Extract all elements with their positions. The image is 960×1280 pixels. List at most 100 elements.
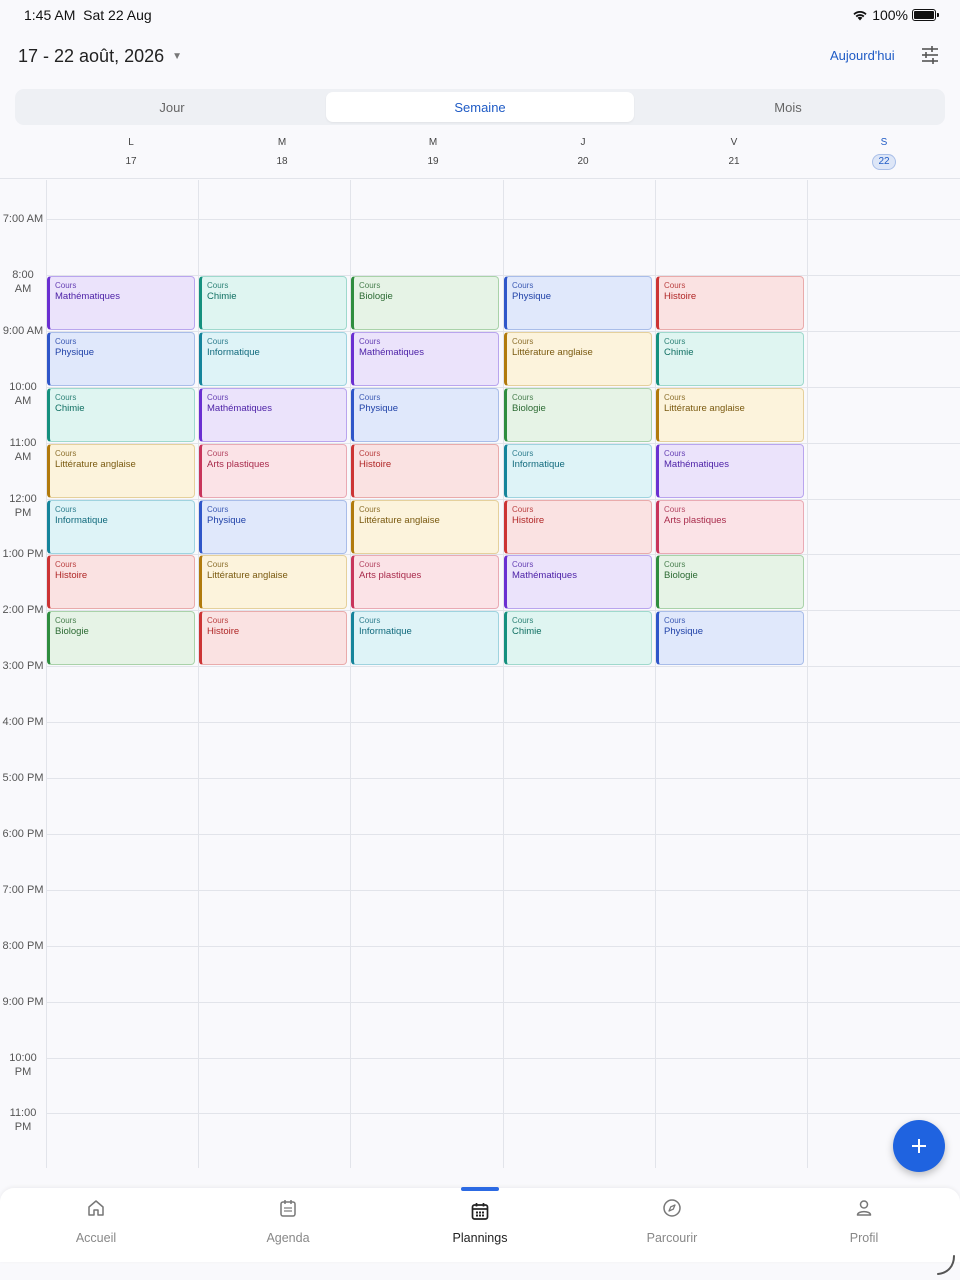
time-label-part: 10:00 <box>9 1052 37 1064</box>
event-card[interactable]: Cours Arts plastiques <box>199 444 347 498</box>
event-card[interactable]: Cours Physique <box>47 332 195 386</box>
time-label: 7:00 PM <box>0 883 46 897</box>
event-card[interactable]: Cours Mathématiques <box>656 444 804 498</box>
event-title: Arts plastiques <box>207 459 270 470</box>
time-label-part: 3:00 PM <box>2 660 44 672</box>
event-card[interactable]: Cours Chimie <box>199 276 347 330</box>
event-card[interactable]: Cours Arts plastiques <box>656 500 804 554</box>
event-card[interactable]: Cours Littérature anglaise <box>47 444 195 498</box>
event-card[interactable]: Cours Physique <box>504 276 652 330</box>
day-number: 20 <box>577 156 589 167</box>
event-card[interactable]: Cours Histoire <box>199 611 347 665</box>
event-title: Mathématiques <box>207 403 272 414</box>
event-card[interactable]: Cours Littérature anglaise <box>504 332 652 386</box>
time-label-part: 8:00 <box>12 269 34 281</box>
week-grid[interactable]: 7:00 AM 8:00 AM 9:00 AM 10:00 AM 11:00 AM 12:00 P… <box>0 180 960 1168</box>
agenda-icon <box>280 1200 296 1217</box>
event-type: Cours <box>664 505 686 514</box>
event-card[interactable]: Cours Physique <box>656 611 804 665</box>
event-card[interactable]: Cours Informatique <box>504 444 652 498</box>
event-card[interactable]: Cours Chimie <box>656 332 804 386</box>
hour-line <box>46 778 960 779</box>
event-type: Cours <box>55 616 77 625</box>
event-title: Littérature anglaise <box>207 570 288 581</box>
event-card[interactable]: Cours Biologie <box>656 555 804 609</box>
event-type: Cours <box>55 337 77 346</box>
event-card[interactable]: Cours Mathématiques <box>199 388 347 442</box>
event-card[interactable]: Cours Informatique <box>199 332 347 386</box>
day-header-sat[interactable]: S 22 <box>808 135 960 170</box>
event-card[interactable]: Cours Physique <box>351 388 499 442</box>
time-label: 10:00 AM <box>0 380 46 408</box>
nav-agenda[interactable]: Agenda <box>192 1188 384 1262</box>
day-header-mon[interactable]: L 17 <box>55 135 207 171</box>
time-label-part: 9:00 PM <box>2 996 44 1008</box>
hour-line <box>46 890 960 891</box>
event-title: Arts plastiques <box>359 570 422 581</box>
event-type: Cours <box>359 337 381 346</box>
add-event-button[interactable] <box>893 1120 945 1172</box>
event-title: Arts plastiques <box>664 515 727 526</box>
event-card[interactable]: Cours Biologie <box>47 611 195 665</box>
date-range-picker[interactable]: 17 - 22 août, 2026 ▼ <box>18 46 182 67</box>
today-button[interactable]: Aujourd'hui <box>830 48 895 63</box>
day-number: 18 <box>276 156 288 167</box>
event-card[interactable]: Cours Histoire <box>504 500 652 554</box>
tab-week[interactable]: Semaine <box>326 92 634 122</box>
event-title: Biologie <box>512 403 546 414</box>
nav-label: Accueil <box>75 1231 117 1245</box>
time-label: 2:00 PM <box>0 603 46 617</box>
day-header-fri[interactable]: V 21 <box>658 135 810 171</box>
event-type: Cours <box>207 449 229 458</box>
event-card[interactable]: Cours Histoire <box>351 444 499 498</box>
nav-parcourir[interactable]: Parcourir <box>576 1188 768 1262</box>
column-divider <box>807 180 808 1168</box>
event-title: Chimie <box>664 347 694 358</box>
day-number: 17 <box>125 156 137 167</box>
tab-month[interactable]: Mois <box>634 92 942 122</box>
active-tab-indicator <box>461 1187 499 1191</box>
view-switcher: Jour Semaine Mois <box>15 89 945 125</box>
event-card[interactable]: Cours Biologie <box>504 388 652 442</box>
nav-accueil[interactable]: Accueil <box>0 1188 192 1262</box>
time-label: 6:00 PM <box>0 827 46 841</box>
nav-profil[interactable]: Profil <box>768 1188 960 1262</box>
event-type: Cours <box>512 393 534 402</box>
event-card[interactable]: Cours Littérature anglaise <box>656 388 804 442</box>
event-card[interactable]: Cours Chimie <box>504 611 652 665</box>
event-card[interactable]: Cours Chimie <box>47 388 195 442</box>
event-card[interactable]: Cours Informatique <box>47 500 195 554</box>
event-card[interactable]: Cours Histoire <box>656 276 804 330</box>
day-header-thu[interactable]: J 20 <box>507 135 659 171</box>
event-card[interactable]: Cours Littérature anglaise <box>351 500 499 554</box>
nav-plannings[interactable]: Plannings <box>384 1187 576 1262</box>
event-card[interactable]: Cours Mathématiques <box>351 332 499 386</box>
day-header-tue[interactable]: M 18 <box>206 135 358 171</box>
event-card[interactable]: Cours Biologie <box>351 276 499 330</box>
event-card[interactable]: Cours Physique <box>199 500 347 554</box>
hour-line <box>46 1113 960 1114</box>
calendar-header: 17 - 22 août, 2026 ▼ Aujourd'hui <box>0 40 960 74</box>
time-label: 12:00 PM <box>0 492 46 520</box>
time-label-part: 10:00 <box>9 381 37 393</box>
event-title: Littérature anglaise <box>664 403 745 414</box>
day-header-wed[interactable]: M 19 <box>357 135 509 171</box>
event-card[interactable]: Cours Informatique <box>351 611 499 665</box>
event-type: Cours <box>55 505 77 514</box>
event-card[interactable]: Cours Arts plastiques <box>351 555 499 609</box>
time-label-part: PM <box>14 507 32 519</box>
time-label: 8:00 AM <box>0 268 46 296</box>
event-card[interactable]: Cours Mathématiques <box>47 276 195 330</box>
hour-line <box>46 219 960 220</box>
event-title: Mathématiques <box>512 570 577 581</box>
sliders-icon[interactable] <box>920 45 940 65</box>
event-type: Cours <box>207 616 229 625</box>
event-card[interactable]: Cours Littérature anglaise <box>199 555 347 609</box>
event-card[interactable]: Cours Mathématiques <box>504 555 652 609</box>
tab-day[interactable]: Jour <box>18 92 326 122</box>
event-type: Cours <box>512 616 534 625</box>
event-title: Chimie <box>512 626 542 637</box>
battery-icon <box>912 9 939 21</box>
event-type: Cours <box>359 449 381 458</box>
event-card[interactable]: Cours Histoire <box>47 555 195 609</box>
